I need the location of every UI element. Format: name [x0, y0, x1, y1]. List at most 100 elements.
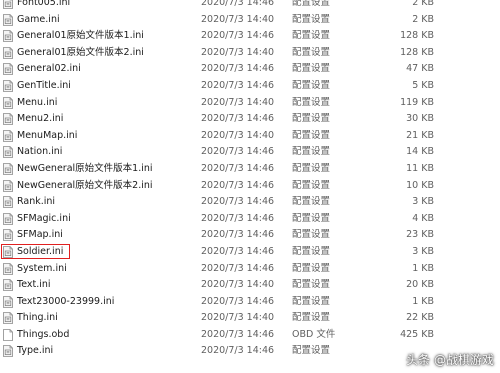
file-type: 配置设置 [292, 245, 331, 257]
ini-file-icon [3, 113, 13, 126]
file-type: 配置设置 [292, 179, 331, 191]
file-size: 2 KB [412, 13, 434, 25]
file-type: 配置设置 [292, 63, 331, 75]
file-row[interactable]: MenuMap.ini 2020/7/3 14:40 配置设置 21 KB [0, 128, 500, 145]
ini-file-icon [3, 129, 13, 142]
file-type: 配置设置 [292, 262, 331, 274]
file-row[interactable]: SFMagic.ini 2020/7/3 14:46 配置设置 4 KB [0, 211, 500, 228]
file-size: 1 KB [412, 295, 434, 307]
file-row[interactable]: General01原始文件版本1.ini 2020/7/3 14:46 配置设置 12… [0, 28, 500, 45]
file-name[interactable]: General01原始文件版本1.ini [17, 28, 144, 45]
file-type: 配置设置 [292, 146, 331, 158]
file-date-modified: 2020/7/3 14:46 [201, 245, 275, 257]
file-list: Font005.ini 2020/7/3 14:46 配置设置 2 KB Game.in… [0, 0, 500, 360]
ini-file-icon [3, 0, 13, 9]
file-row[interactable]: Things.obd 2020/7/3 14:46 OBD 文件 425 KB [0, 327, 500, 344]
file-type: 配置设置 [292, 345, 331, 357]
file-name[interactable]: Text.ini [17, 277, 51, 294]
file-name[interactable]: Type.ini [17, 343, 53, 360]
file-type: 配置设置 [292, 46, 331, 58]
file-name[interactable]: SFMagic.ini [17, 211, 71, 228]
file-row[interactable]: General02.ini 2020/7/3 14:46 配置设置 47 KB [0, 61, 500, 78]
file-name[interactable]: Rank.ini [17, 194, 55, 211]
file-name[interactable]: SFMap.ini [17, 227, 63, 244]
file-size: 3 KB [412, 196, 434, 208]
file-date-modified: 2020/7/3 14:46 [201, 162, 275, 174]
file-name[interactable]: Nation.ini [17, 144, 62, 161]
file-name[interactable]: General01原始文件版本2.ini [17, 45, 144, 62]
highlight-annotation-box [1, 243, 70, 259]
file-date-modified: 2020/7/3 14:46 [201, 113, 275, 125]
ini-file-icon [3, 312, 13, 325]
file-row[interactable]: Soldier.ini 2020/7/3 14:46 配置设置 3 KB [0, 243, 500, 261]
ini-file-icon [3, 46, 13, 59]
file-size: 425 KB [400, 328, 434, 340]
file-size: 30 KB [406, 113, 434, 125]
file-size: 5 KB [412, 79, 434, 91]
file-row[interactable]: Menu2.ini 2020/7/3 14:46 配置设置 30 KB [0, 111, 500, 128]
file-date-modified: 2020/7/3 14:40 [201, 312, 275, 324]
file-date-modified: 2020/7/3 14:46 [201, 179, 275, 191]
ini-file-icon [3, 262, 13, 275]
file-size: 128 KB [400, 46, 434, 58]
file-date-modified: 2020/7/3 14:46 [201, 262, 275, 274]
file-name[interactable]: Font005.ini [17, 0, 70, 12]
file-date-modified: 2020/7/3 14:46 [201, 328, 275, 340]
ini-file-icon [3, 179, 13, 192]
file-size: 10 KB [406, 179, 434, 191]
ini-file-icon [3, 279, 13, 291]
file-name[interactable]: Game.ini [17, 12, 60, 29]
ini-file-icon [3, 212, 13, 225]
ini-file-icon [3, 13, 13, 26]
file-date-modified: 2020/7/3 14:40 [201, 96, 275, 108]
file-name[interactable]: Things.obd [17, 327, 69, 344]
file-name[interactable]: Text23000-23999.ini [17, 294, 114, 311]
file-date-modified: 2020/7/3 14:46 [201, 0, 275, 8]
file-name[interactable]: General02.ini [17, 61, 81, 78]
file-name[interactable]: MenuMap.ini [17, 128, 77, 145]
file-date-modified: 2020/7/3 14:46 [201, 229, 275, 241]
ini-file-icon [3, 30, 13, 43]
file-type: 配置设置 [292, 295, 331, 307]
file-row[interactable]: NewGeneral原始文件版本1.ini 2020/7/3 14:46 配置设置 1… [0, 161, 500, 178]
file-size: 14 KB [406, 146, 434, 158]
ini-file-icon [3, 96, 13, 109]
file-name[interactable]: GenTitle.ini [17, 78, 71, 95]
file-row[interactable]: General01原始文件版本2.ini 2020/7/3 14:40 配置设置 12… [0, 45, 500, 62]
file-name[interactable]: Menu2.ini [17, 111, 63, 128]
ini-file-icon [3, 163, 13, 175]
file-type: 配置设置 [292, 162, 331, 174]
file-name[interactable]: Thing.ini [17, 310, 58, 327]
file-date-modified: 2020/7/3 14:46 [201, 295, 275, 307]
file-row[interactable]: NewGeneral原始文件版本2.ini 2020/7/3 14:46 配置设置 1… [0, 178, 500, 195]
file-size: 2 KB [412, 0, 434, 8]
file-row[interactable]: Thing.ini 2020/7/3 14:40 配置设置 22 KB [0, 310, 500, 327]
file-name[interactable]: NewGeneral原始文件版本1.ini [17, 161, 153, 178]
watermark: 头条 @战棋游戏 [406, 353, 494, 367]
ini-file-icon [3, 63, 13, 76]
file-size: 1 KB [412, 262, 434, 274]
file-name[interactable]: NewGeneral原始文件版本2.ini [17, 178, 153, 195]
file-row[interactable]: Rank.ini 2020/7/3 14:46 配置设置 3 KB [0, 194, 500, 211]
file-row[interactable]: Menu.ini 2020/7/3 14:40 配置设置 119 KB [0, 95, 500, 112]
file-name[interactable]: Menu.ini [17, 95, 57, 112]
file-size: 119 KB [400, 96, 434, 108]
file-row[interactable]: Text.ini 2020/7/3 14:40 配置设置 20 KB [0, 277, 500, 294]
file-row[interactable]: Nation.ini 2020/7/3 14:46 配置设置 14 KB [0, 144, 500, 161]
file-row[interactable]: GenTitle.ini 2020/7/3 14:46 配置设置 5 KB [0, 78, 500, 95]
file-size: 22 KB [406, 312, 434, 324]
file-size: 47 KB [406, 63, 434, 75]
file-row[interactable]: Font005.ini 2020/7/3 14:46 配置设置 2 KB [0, 0, 500, 12]
file-date-modified: 2020/7/3 14:46 [201, 63, 275, 75]
blank-file-icon [3, 328, 13, 341]
file-type: 配置设置 [292, 79, 331, 91]
file-row[interactable]: SFMap.ini 2020/7/3 14:46 配置设置 23 KB [0, 227, 500, 244]
file-date-modified: 2020/7/3 14:40 [201, 46, 275, 58]
file-row[interactable]: System.ini 2020/7/3 14:46 配置设置 1 KB [0, 261, 500, 278]
file-name[interactable]: System.ini [17, 261, 67, 278]
file-type: 配置设置 [292, 30, 331, 42]
file-size: 23 KB [406, 229, 434, 241]
file-type: 配置设置 [292, 312, 331, 324]
file-row[interactable]: Game.ini 2020/7/3 14:40 配置设置 2 KB [0, 12, 500, 29]
file-row[interactable]: Text23000-23999.ini 2020/7/3 14:46 配置设置 1 K… [0, 294, 500, 311]
